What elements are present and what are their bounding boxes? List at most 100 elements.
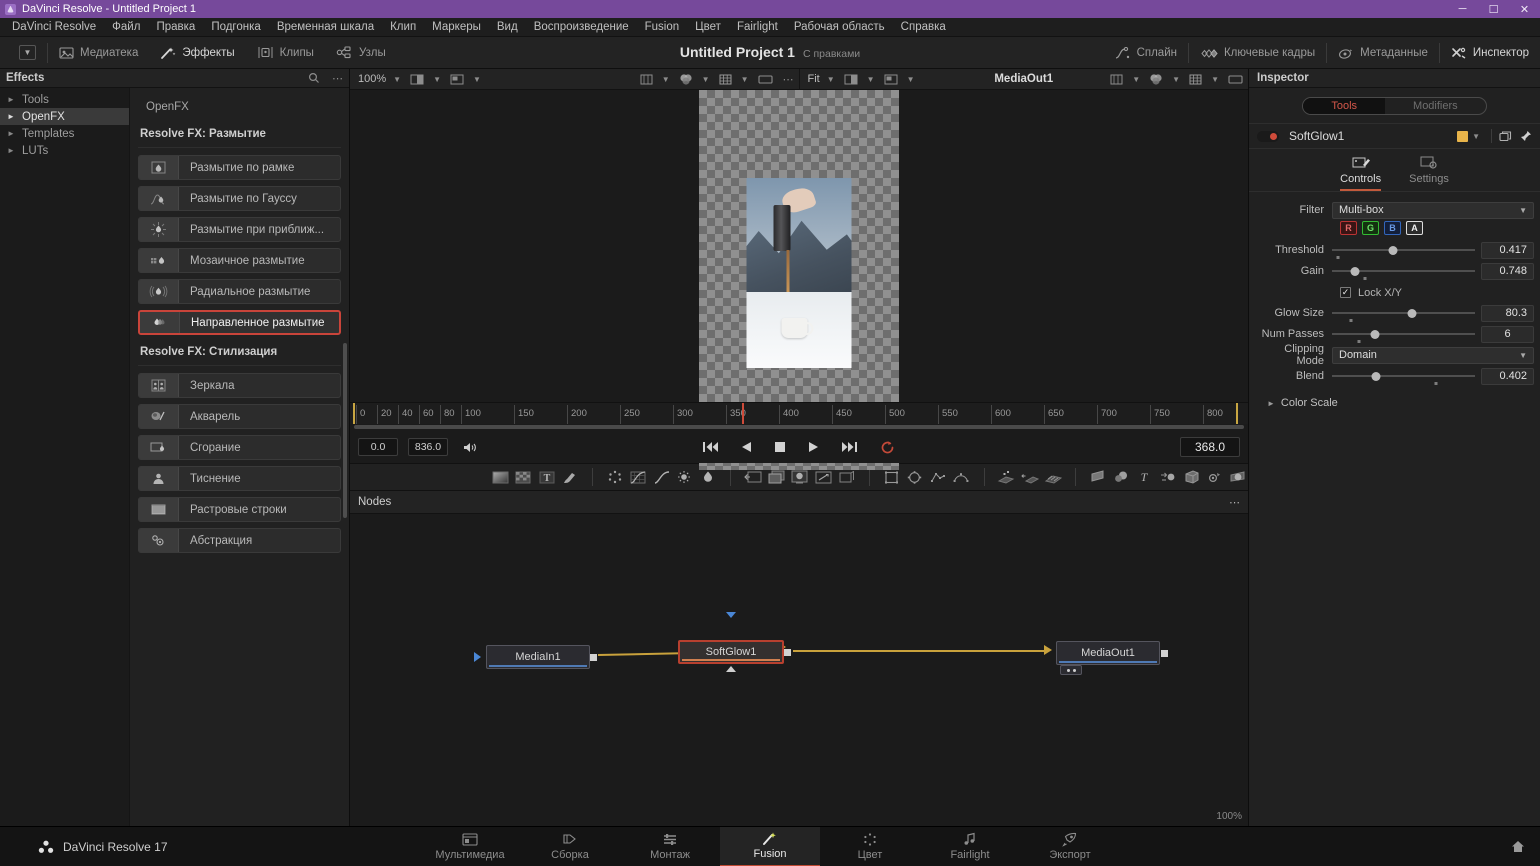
timeline-ruler[interactable]: 0 20 40 60 80 100 150 200 250 300 350 40…	[350, 402, 1248, 424]
split-view-icon[interactable]	[839, 69, 863, 90]
effect-item-directional-blur[interactable]: Направленное размытие	[138, 310, 341, 335]
particles-icon[interactable]	[605, 466, 625, 488]
menu-item-fairlight[interactable]: Fairlight	[729, 18, 786, 37]
num-passes-value[interactable]: 6	[1481, 325, 1534, 343]
sidebar-item-templates[interactable]: ► Templates	[0, 125, 129, 142]
filter-select[interactable]: Multi-box ▼	[1332, 201, 1534, 219]
in-point-field[interactable]: 0.0	[358, 438, 398, 456]
tool-enable-toggle[interactable]	[1257, 130, 1279, 142]
effect-item-emboss[interactable]: Тиснение	[138, 466, 341, 491]
menu-item-file[interactable]: Файл	[104, 18, 148, 37]
grid-overlay-icon[interactable]	[714, 69, 737, 90]
merge-icon[interactable]	[766, 466, 786, 488]
pin-tool-icon[interactable]	[1520, 130, 1532, 142]
timeline-scrollbar-thumb[interactable]	[354, 425, 1244, 429]
page-fusion[interactable]: Fusion	[720, 826, 820, 866]
page-cut[interactable]: Сборка	[520, 827, 620, 866]
nodes-options-icon[interactable]: ⋯	[1229, 496, 1240, 509]
viewer-overlay-icon[interactable]	[445, 69, 469, 90]
effect-item-radial-blur[interactable]: Радиальное размытие	[138, 279, 341, 304]
glow-size-value[interactable]: 80.3	[1481, 304, 1534, 322]
node-softglow1[interactable]: SoftGlow1	[678, 640, 784, 664]
menu-item-color[interactable]: Цвет	[687, 18, 729, 37]
page-edit[interactable]: Монтаж	[620, 827, 720, 866]
go-to-start-button[interactable]	[702, 441, 719, 453]
node-softglow1-mask-arrow[interactable]	[726, 666, 736, 672]
viewer-lut-icon[interactable]	[635, 69, 658, 90]
chevron-down-icon[interactable]: ▼	[1168, 75, 1184, 84]
viewer-options-icon[interactable]: ⋯	[778, 69, 799, 90]
sidebar-item-luts[interactable]: ► LUTs	[0, 142, 129, 159]
key-marker[interactable]	[1357, 340, 1361, 343]
shape-3d-icon[interactable]	[1111, 466, 1131, 488]
channel-button-r[interactable]: R	[1340, 221, 1357, 235]
effect-item-gaussian-blur[interactable]: Размытие по Гауссу	[138, 186, 341, 211]
camera-3d-icon[interactable]	[1204, 466, 1224, 488]
node-mediain1[interactable]: MediaIn1	[486, 645, 590, 669]
menu-item-view[interactable]: Вид	[489, 18, 526, 37]
text-icon[interactable]: T	[537, 466, 557, 488]
effects-list-scrollbar[interactable]	[343, 343, 347, 518]
clips-button[interactable]: Клипы	[246, 37, 325, 69]
gain-slider[interactable]	[1332, 263, 1475, 280]
merge-3d-icon[interactable]	[1158, 466, 1178, 488]
copy-tool-icon[interactable]	[1499, 130, 1512, 142]
threshold-value[interactable]: 0.417	[1481, 241, 1534, 259]
out-point-field[interactable]: 836.0	[408, 438, 448, 456]
slider-knob[interactable]	[1407, 309, 1417, 318]
renderer-3d-icon[interactable]	[1181, 466, 1201, 488]
options-menu-icon[interactable]: ⋯	[332, 72, 343, 85]
page-switch-button[interactable]: ▼	[8, 37, 47, 69]
crop-icon[interactable]	[836, 466, 856, 488]
search-icon[interactable]	[308, 72, 320, 84]
color-wheels-icon[interactable]	[1144, 69, 1168, 90]
node-softglow1-input-arrow[interactable]	[726, 612, 736, 618]
inspector-button[interactable]: Инспектор	[1440, 37, 1540, 69]
key-marker[interactable]	[1363, 277, 1367, 280]
view-dot-1[interactable]	[1066, 668, 1070, 672]
close-button[interactable]: ✕	[1509, 0, 1540, 18]
tab-modifiers[interactable]: Modifiers	[1385, 98, 1486, 114]
tracker-icon[interactable]	[996, 466, 1016, 488]
transform-icon[interactable]	[743, 466, 763, 488]
fullscreen-viewer-icon[interactable]	[1223, 69, 1248, 90]
range-end-marker[interactable]	[1236, 403, 1238, 424]
brightness-contrast-icon[interactable]	[675, 466, 695, 488]
media-in-icon[interactable]	[790, 466, 810, 488]
menu-item-markers[interactable]: Маркеры	[424, 18, 489, 37]
chevron-down-icon[interactable]: ▼	[903, 75, 919, 84]
ellipse-mask-icon[interactable]	[905, 466, 925, 488]
effect-item-scanlines[interactable]: Растровые строки	[138, 497, 341, 522]
range-start-marker[interactable]	[353, 403, 355, 424]
sphere-map-icon[interactable]	[1228, 466, 1248, 488]
glow-size-slider[interactable]	[1332, 305, 1475, 322]
audio-mute-icon[interactable]	[462, 441, 478, 454]
step-back-button[interactable]	[741, 441, 752, 453]
image-plane-3d-icon[interactable]	[1088, 466, 1108, 488]
effect-item-watercolor[interactable]: Акварель	[138, 404, 341, 429]
split-view-icon[interactable]	[405, 69, 429, 90]
sidebar-item-openfx[interactable]: ► OpenFX	[0, 108, 129, 125]
viewer-canvas[interactable]	[350, 90, 1248, 470]
chevron-down-icon[interactable]: ▼	[429, 75, 445, 84]
right-viewer-zoom-value[interactable]: Fit	[800, 73, 823, 85]
go-to-end-button[interactable]	[841, 441, 858, 453]
color-scale-disclosure[interactable]: ► Color Scale	[1255, 387, 1534, 409]
page-fairlight[interactable]: Fairlight	[920, 827, 1020, 866]
tool-color-swatch[interactable]	[1457, 130, 1469, 142]
viewer-lut-icon[interactable]	[1105, 69, 1128, 90]
node-mediaout1-view-dots[interactable]	[1060, 665, 1082, 675]
channel-button-b[interactable]: B	[1384, 221, 1401, 235]
slider-knob[interactable]	[1371, 372, 1381, 381]
threshold-slider[interactable]	[1332, 242, 1475, 259]
chevron-down-icon[interactable]: ▼	[1468, 132, 1484, 141]
chevron-down-icon[interactable]: ▼	[469, 75, 485, 84]
channel-button-a[interactable]: A	[1406, 221, 1423, 235]
num-passes-slider[interactable]	[1332, 326, 1475, 343]
tab-settings[interactable]: Settings	[1409, 155, 1449, 191]
keyframe-marker[interactable]	[1336, 256, 1340, 259]
color-wheels-icon[interactable]	[674, 69, 698, 90]
fullscreen-viewer-icon[interactable]	[753, 69, 778, 90]
play-button[interactable]	[808, 441, 819, 453]
page-deliver[interactable]: Экспорт	[1020, 827, 1120, 866]
